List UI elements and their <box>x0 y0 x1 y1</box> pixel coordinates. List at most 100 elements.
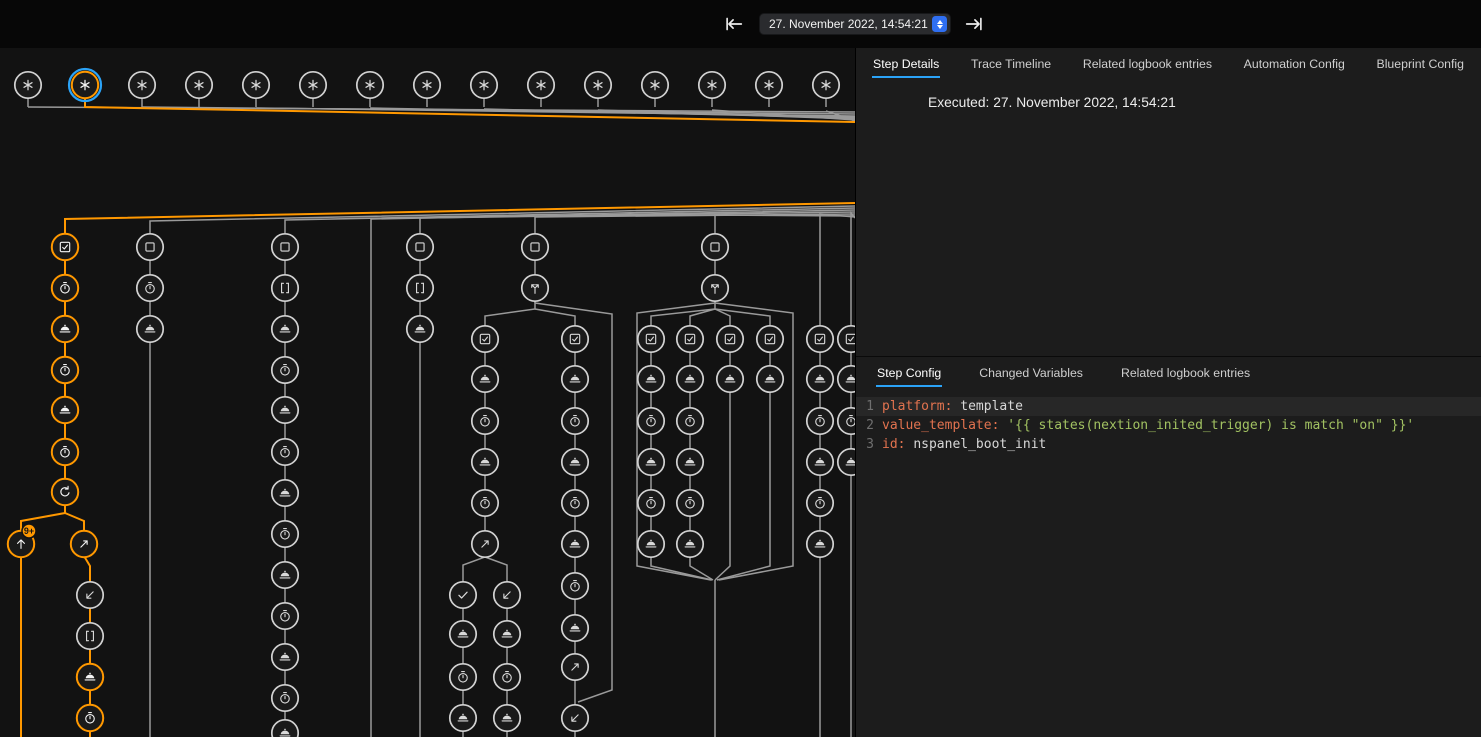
graph-node-trigger[interactable] <box>186 72 212 98</box>
tab-related-logbook-entries[interactable]: Related logbook entries <box>1120 357 1251 387</box>
graph-node-svc[interactable] <box>272 480 298 506</box>
graph-node-sq[interactable] <box>137 234 163 260</box>
graph-node-trigger[interactable] <box>528 72 554 98</box>
tab-related-logbook-entries[interactable]: Related logbook entries <box>1082 48 1213 78</box>
graph-node-svc[interactable] <box>562 366 588 392</box>
graph-node-cond[interactable] <box>562 326 588 352</box>
graph-node-svc[interactable] <box>137 316 163 342</box>
graph-node-svc[interactable] <box>677 366 703 392</box>
graph-node-tmr[interactable] <box>838 408 855 434</box>
graph-node-svc[interactable] <box>450 621 476 647</box>
graph-node-svc[interactable] <box>472 449 498 475</box>
graph-node-brk[interactable] <box>77 623 103 649</box>
graph-node-tmr[interactable] <box>137 275 163 301</box>
graph-node-tmr[interactable] <box>807 408 833 434</box>
graph-node-sq[interactable] <box>702 234 728 260</box>
graph-node-trigger[interactable] <box>585 72 611 98</box>
graph-node-trigger[interactable] <box>15 72 41 98</box>
tab-trace-timeline[interactable]: Trace Timeline <box>970 48 1052 78</box>
next-trace-arrow-icon[interactable] <box>963 13 985 35</box>
graph-node-tmr[interactable] <box>77 705 103 731</box>
graph-node-svc[interactable] <box>838 449 855 475</box>
graph-node-svc[interactable] <box>272 644 298 670</box>
graph-node-svc[interactable] <box>638 366 664 392</box>
graph-node-tmr[interactable] <box>472 490 498 516</box>
graph-node-svc[interactable] <box>272 316 298 342</box>
graph-node-tmr[interactable] <box>562 408 588 434</box>
graph-node-tmr[interactable] <box>494 664 520 690</box>
graph-node-cond[interactable] <box>838 326 855 352</box>
tab-blueprint-config[interactable]: Blueprint Config <box>1376 48 1466 78</box>
graph-node-cond[interactable] <box>677 326 703 352</box>
graph-node-svc[interactable] <box>494 705 520 731</box>
graph-node-tmr[interactable] <box>472 408 498 434</box>
previous-trace-arrow-icon[interactable] <box>723 13 745 35</box>
graph-node-tmr[interactable] <box>52 439 78 465</box>
graph-node-adl[interactable] <box>562 705 588 731</box>
graph-node-svc[interactable] <box>494 621 520 647</box>
graph-node-adl[interactable] <box>494 582 520 608</box>
graph-node-sq[interactable] <box>522 234 548 260</box>
graph-node-svc[interactable] <box>450 705 476 731</box>
graph-node-tmr[interactable] <box>562 573 588 599</box>
graph-node-tmr[interactable] <box>52 275 78 301</box>
graph-node-tmr[interactable] <box>638 408 664 434</box>
graph-node-svc[interactable] <box>677 449 703 475</box>
graph-node-rpt[interactable] <box>52 479 78 505</box>
graph-node-svc[interactable] <box>807 449 833 475</box>
graph-node-trigger[interactable] <box>129 72 155 98</box>
graph-node-svc[interactable] <box>562 531 588 557</box>
graph-node-tmr[interactable] <box>677 408 703 434</box>
yaml-code-editor[interactable]: 1platform: template2value_template: '{{ … <box>856 397 1481 454</box>
graph-node-trigger[interactable] <box>756 72 782 98</box>
graph-node-up[interactable]: 9+ <box>8 524 36 557</box>
graph-node-cond[interactable] <box>757 326 783 352</box>
graph-node-cond[interactable] <box>638 326 664 352</box>
graph-node-tmr[interactable] <box>272 521 298 547</box>
graph-node-svc[interactable] <box>677 531 703 557</box>
graph-node-adl[interactable] <box>77 582 103 608</box>
graph-node-tmr[interactable] <box>677 490 703 516</box>
tab-step-details[interactable]: Step Details <box>872 48 940 78</box>
graph-node-svc[interactable] <box>272 397 298 423</box>
graph-node-sq[interactable] <box>407 234 433 260</box>
graph-node-svc[interactable] <box>52 397 78 423</box>
graph-node-chk[interactable] <box>450 582 476 608</box>
graph-node-tmr[interactable] <box>272 603 298 629</box>
graph-node-svc[interactable] <box>562 449 588 475</box>
graph-node-tmr[interactable] <box>807 490 833 516</box>
graph-node-svc[interactable] <box>638 531 664 557</box>
graph-node-tmr[interactable] <box>272 685 298 711</box>
graph-node-trigger[interactable] <box>69 69 101 101</box>
graph-node-svc[interactable] <box>272 562 298 588</box>
graph-node-cond[interactable] <box>717 326 743 352</box>
graph-node-split[interactable] <box>522 275 548 301</box>
graph-node-cond[interactable] <box>52 234 78 260</box>
graph-node-brk[interactable] <box>407 275 433 301</box>
graph-node-svc[interactable] <box>807 366 833 392</box>
graph-node-trv[interactable] <box>71 531 97 557</box>
graph-node-svc[interactable] <box>717 366 743 392</box>
graph-node-cond[interactable] <box>807 326 833 352</box>
graph-node-trigger[interactable] <box>300 72 326 98</box>
graph-node-trv[interactable] <box>562 654 588 680</box>
graph-node-svc[interactable] <box>562 615 588 641</box>
graph-node-trigger[interactable] <box>471 72 497 98</box>
graph-node-svc[interactable] <box>52 316 78 342</box>
graph-node-tmr[interactable] <box>272 357 298 383</box>
tab-step-config[interactable]: Step Config <box>876 357 942 387</box>
graph-node-trv[interactable] <box>472 531 498 557</box>
graph-node-cond[interactable] <box>472 326 498 352</box>
graph-node-svc[interactable] <box>838 366 855 392</box>
graph-node-tmr[interactable] <box>562 490 588 516</box>
graph-node-svc[interactable] <box>807 531 833 557</box>
graph-node-tmr[interactable] <box>52 357 78 383</box>
graph-node-svc[interactable] <box>472 366 498 392</box>
graph-node-svc[interactable] <box>638 449 664 475</box>
graph-node-trigger[interactable] <box>699 72 725 98</box>
graph-node-trigger[interactable] <box>813 72 839 98</box>
graph-node-svc[interactable] <box>77 664 103 690</box>
graph-node-trigger[interactable] <box>357 72 383 98</box>
graph-node-svc[interactable] <box>757 366 783 392</box>
graph-node-tmr[interactable] <box>638 490 664 516</box>
